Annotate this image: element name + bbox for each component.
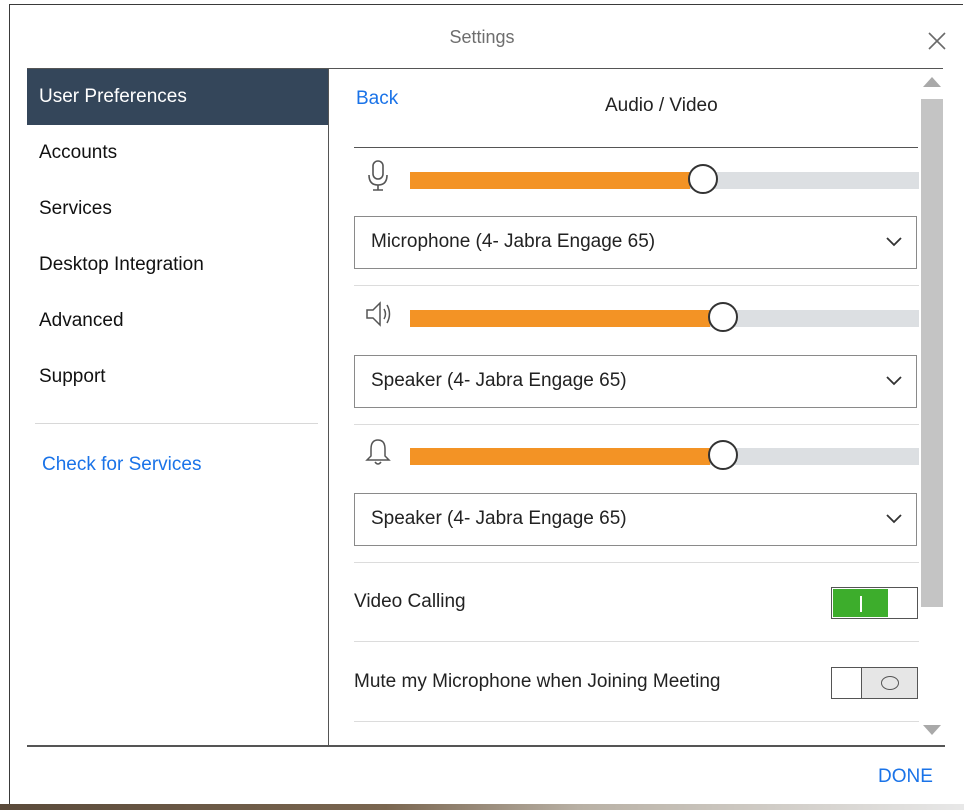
mute-on-join-toggle[interactable] (831, 667, 918, 699)
dialog-title: Settings (449, 27, 515, 47)
speaker-device-select[interactable]: Speaker (4- Jabra Engage 65) (354, 355, 917, 408)
microphone-icon (368, 160, 388, 191)
speaker-device-value: Speaker (4- Jabra Engage 65) (371, 370, 627, 391)
microphone-device-select[interactable]: Microphone (4- Jabra Engage 65) (354, 216, 917, 269)
sidebar-item-accounts[interactable]: Accounts (27, 125, 328, 181)
sidebar-item-desktop-integration[interactable]: Desktop Integration (27, 237, 328, 293)
ringer-volume-handle[interactable] (708, 440, 738, 470)
microphone-volume-fill (410, 172, 690, 189)
microphone-device-value: Microphone (4- Jabra Engage 65) (371, 231, 656, 252)
toggle-off-indicator (881, 676, 899, 690)
scroll-up-arrow-icon[interactable] (923, 77, 941, 87)
sidebar-item-services[interactable]: Services (27, 181, 328, 237)
scroll-down-arrow-icon[interactable] (923, 725, 941, 735)
microphone-volume-handle[interactable] (688, 164, 718, 194)
sidebar-divider (35, 423, 318, 424)
ringer-volume-fill (410, 448, 710, 465)
divider (354, 424, 919, 425)
panel-title: Audio / Video (605, 95, 718, 116)
mute-on-join-label: Mute my Microphone when Joining Meeting (354, 671, 721, 692)
sidebar-item-user-preferences[interactable]: User Preferences (27, 69, 328, 125)
toggle-on-indicator (860, 596, 862, 612)
speaker-volume-slider[interactable] (410, 310, 919, 327)
ringer-device-value: Speaker (4- Jabra Engage 65) (371, 508, 627, 529)
video-calling-label: Video Calling (354, 591, 466, 612)
chevron-down-icon (886, 514, 902, 524)
panel-scrollbar[interactable] (921, 77, 943, 744)
divider (354, 562, 919, 563)
speaker-volume-handle[interactable] (708, 302, 738, 332)
sidebar-item-support[interactable]: Support (27, 349, 328, 405)
divider (354, 285, 919, 286)
ringer-volume-row (354, 427, 919, 477)
done-button[interactable]: DONE (878, 766, 933, 788)
panel-header-divider (354, 147, 918, 148)
speaker-volume-fill (410, 310, 710, 327)
divider (354, 641, 919, 642)
footer-divider (27, 745, 945, 747)
close-icon[interactable] (925, 29, 949, 53)
microphone-volume-slider[interactable] (410, 172, 919, 189)
speaker-volume-row (354, 289, 919, 339)
divider (354, 721, 919, 722)
microphone-volume-row (354, 151, 919, 201)
chevron-down-icon (886, 237, 902, 247)
speaker-icon (366, 301, 391, 327)
sidebar: User Preferences Accounts Services Deskt… (27, 69, 329, 746)
bell-icon (365, 439, 391, 465)
background-strip (0, 804, 964, 810)
toggle-off-state (861, 668, 917, 698)
ringer-volume-slider[interactable] (410, 448, 919, 465)
ringer-device-select[interactable]: Speaker (4- Jabra Engage 65) (354, 493, 917, 546)
scrollbar-thumb[interactable] (921, 99, 943, 607)
toggle-on-state (833, 589, 888, 617)
check-for-services-link[interactable]: Check for Services (42, 454, 201, 476)
back-link[interactable]: Back (356, 88, 398, 110)
audio-video-panel: Back Audio / Video Microphone (4- Jabra … (329, 69, 919, 745)
sidebar-item-advanced[interactable]: Advanced (27, 293, 328, 349)
chevron-down-icon (886, 376, 902, 386)
video-calling-toggle[interactable] (831, 587, 918, 619)
